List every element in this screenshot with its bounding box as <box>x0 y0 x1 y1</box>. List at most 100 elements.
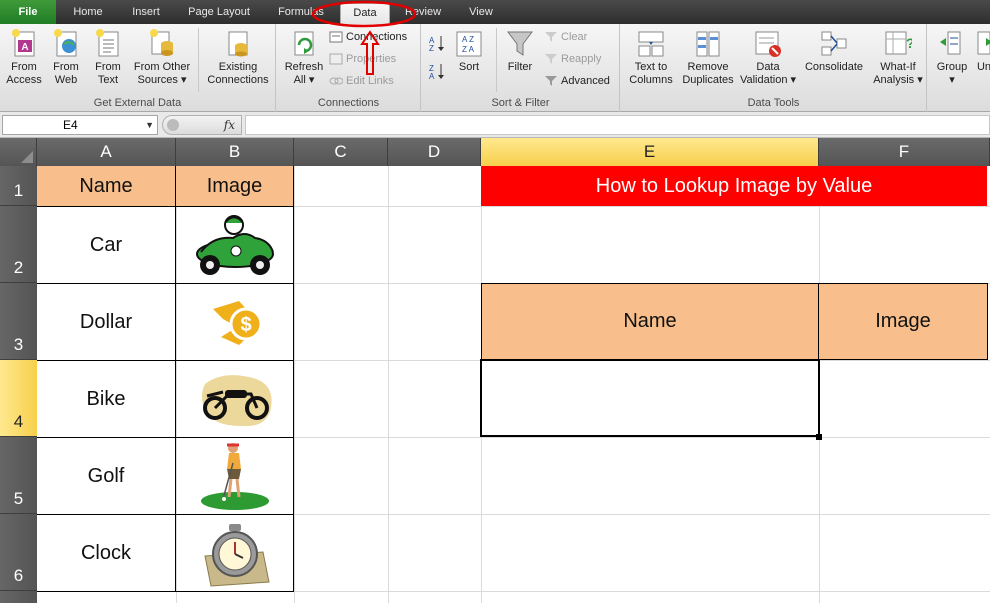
tab-file[interactable]: File <box>0 0 56 24</box>
funnel-icon <box>506 28 534 58</box>
formula-input[interactable] <box>245 115 990 135</box>
reapply-button[interactable]: Reapply <box>544 50 601 68</box>
tab-insert[interactable]: Insert <box>120 3 172 24</box>
column-header-d[interactable]: D <box>388 138 481 166</box>
remove-duplicates-button[interactable]: Remove Duplicates <box>679 28 737 87</box>
cell-a6[interactable]: Clock <box>37 515 176 592</box>
group-icon <box>938 28 966 58</box>
cell-e3[interactable]: Name <box>481 283 819 360</box>
group-separator <box>198 28 199 92</box>
row-header-3[interactable]: 3 <box>0 283 37 360</box>
reapply-icon <box>544 53 558 65</box>
from-other-sources-label-2: Sources ▾ <box>137 74 187 86</box>
name-box[interactable]: E4 ▼ <box>2 115 158 135</box>
cell-e4-active[interactable] <box>480 359 820 437</box>
insert-function-button[interactable]: fx <box>224 118 235 132</box>
row-number: 2 <box>13 258 24 277</box>
from-access-button[interactable]: A From Access <box>4 28 44 87</box>
tab-home[interactable]: Home <box>64 3 112 24</box>
from-text-label-2: Text <box>97 74 119 86</box>
group-data-tools: Text to Columns Remove Duplicates Data V… <box>621 24 927 112</box>
tab-view[interactable]: View <box>458 3 504 24</box>
tab-page-layout[interactable]: Page Layout <box>180 3 258 24</box>
cell-a4[interactable]: Bike <box>37 361 176 438</box>
cell-f4[interactable] <box>820 361 988 437</box>
advanced-button[interactable]: Advanced <box>544 72 610 90</box>
row-header-6[interactable]: 6 <box>0 514 37 591</box>
advanced-label: Advanced <box>561 75 610 87</box>
group-label-sort-filter: Sort & Filter <box>491 97 550 109</box>
consolidate-button[interactable]: Consolidate <box>799 28 869 74</box>
sort-z-a-icon: ZA <box>428 64 446 83</box>
sort-label: Sort <box>458 61 480 73</box>
existing-connections-button[interactable]: Existing Connections <box>202 28 274 87</box>
group-label: Group <box>936 61 968 73</box>
cell-b3[interactable]: $ <box>176 284 294 361</box>
group-dropdown-caret: ▾ <box>949 74 955 86</box>
cell-a3[interactable]: Dollar <box>37 284 176 361</box>
cell-b2[interactable] <box>176 207 294 284</box>
group-label-data-tools: Data Tools <box>747 97 800 109</box>
svg-text:Z A: Z A <box>462 45 475 54</box>
web-icon <box>52 28 80 58</box>
from-text-button[interactable]: From Text <box>88 28 128 87</box>
sort-a-z-button[interactable]: AZ <box>428 34 446 53</box>
what-if-label-1: What-If <box>880 61 916 73</box>
column-header-e[interactable]: E <box>481 138 819 166</box>
cell-a5[interactable]: Golf <box>37 438 176 515</box>
column-header-a[interactable]: A <box>37 138 176 166</box>
column-header-b[interactable]: B <box>176 138 294 166</box>
remove-duplicates-label-1: Remove <box>687 61 729 73</box>
from-access-label-2: Access <box>6 74 42 86</box>
access-icon: A <box>10 28 38 58</box>
clock-icon <box>203 524 270 587</box>
cell-a1[interactable]: Name <box>37 166 176 207</box>
lookup-title[interactable]: How to Lookup Image by Value <box>481 166 987 206</box>
sort-button[interactable]: A ZZ A Sort <box>452 28 486 74</box>
svg-text:A: A <box>21 42 28 53</box>
cell-b5[interactable] <box>176 438 294 515</box>
ribbon-tab-bar: File Home Insert Page Layout Formulas Da… <box>0 0 990 24</box>
group-label-connections: Connections <box>317 97 380 109</box>
select-all-button[interactable] <box>0 138 37 166</box>
existing-connections-icon <box>224 28 252 58</box>
cell-f3[interactable]: Image <box>818 283 988 360</box>
remove-duplicates-icon <box>694 28 722 58</box>
ungroup-button[interactable]: Un <box>974 28 990 74</box>
motorbike-icon <box>201 375 272 427</box>
cell-b6[interactable] <box>176 515 294 592</box>
clear-button[interactable]: Clear <box>544 28 587 46</box>
cell-b1[interactable]: Image <box>176 166 294 207</box>
cell-a2[interactable]: Car <box>37 207 176 284</box>
text-to-columns-button[interactable]: Text to Columns <box>625 28 677 87</box>
column-header-f[interactable]: F <box>819 138 990 166</box>
row-header-5[interactable]: 5 <box>0 437 37 514</box>
text-to-columns-icon <box>637 28 665 58</box>
sort-z-a-button[interactable]: ZA <box>428 62 446 83</box>
insert-function-area: fx <box>162 115 242 135</box>
text-to-columns-label-2: Columns <box>629 74 673 86</box>
from-web-button[interactable]: From Web <box>46 28 86 87</box>
row-number: 3 <box>13 335 24 354</box>
what-if-analysis-button[interactable]: ? What-If Analysis ▾ <box>871 28 925 87</box>
edit-links-label: Edit Links <box>346 75 394 87</box>
what-if-analysis-icon: ? <box>884 28 915 58</box>
cell-b4[interactable] <box>176 361 294 438</box>
data-validation-button[interactable]: Data Validation ▾ <box>739 28 797 87</box>
from-other-sources-button[interactable]: From Other Sources ▾ <box>130 28 194 87</box>
formula-bar-handle[interactable] <box>167 119 179 131</box>
golfer-icon <box>200 443 269 510</box>
group-button[interactable]: Group ▾ <box>932 28 972 87</box>
name-box-dropdown-icon[interactable]: ▼ <box>145 116 154 134</box>
row-header-2[interactable]: 2 <box>0 206 37 283</box>
from-other-sources-label-1: From Other <box>133 61 191 73</box>
column-header-c[interactable]: C <box>294 138 388 166</box>
filter-label: Filter <box>507 61 533 73</box>
from-access-label-1: From <box>11 61 37 73</box>
row-header-1[interactable]: 1 <box>0 166 37 206</box>
group-get-external-data: A From Access From Web From Text From Ot… <box>0 24 276 112</box>
ungroup-icon <box>976 28 990 58</box>
filter-button[interactable]: Filter <box>502 28 538 74</box>
row-header-7[interactable] <box>0 591 37 603</box>
row-header-4[interactable]: 4 <box>0 360 37 437</box>
